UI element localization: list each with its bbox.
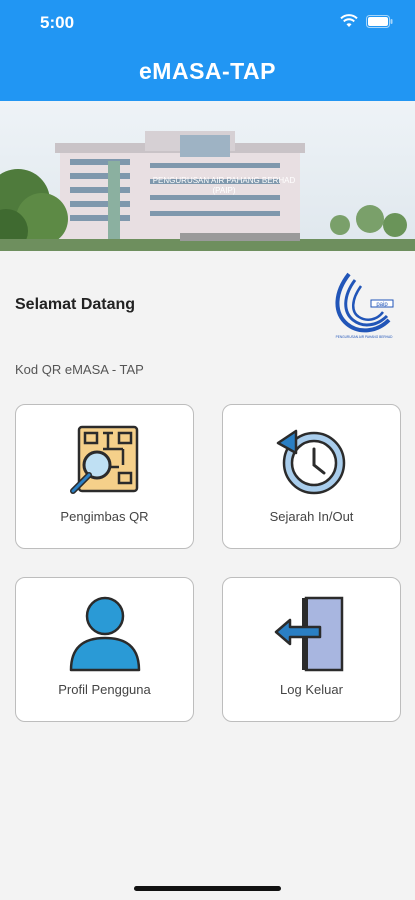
app-title: eMASA-TAP	[139, 58, 276, 84]
history-button[interactable]: Sejarah In/Out	[222, 404, 401, 549]
svg-text:paip: paip	[376, 302, 388, 308]
logo-caption: PENGURUSAN AIR PAHANG BERHAD	[336, 335, 393, 339]
building-sign: PENGURUSAN AIR PAHANG BERHAD	[153, 176, 296, 185]
logout-label: Log Keluar	[280, 682, 343, 697]
status-icons	[340, 14, 393, 28]
welcome-text: Selamat Datang	[15, 296, 136, 313]
logout-button[interactable]: Log Keluar	[222, 577, 401, 722]
user-profile-label: Profil Pengguna	[58, 682, 151, 697]
qr-section-label: Kod QR eMASA - TAP	[15, 362, 144, 377]
app-header: 5:00 eMASA-TAP	[0, 0, 415, 101]
user-profile-icon	[69, 596, 140, 672]
battery-icon	[366, 14, 393, 28]
banner-image: PENGURUSAN AIR PAHANG BERHAD (PAIP)	[0, 101, 415, 251]
history-label: Sejarah In/Out	[269, 509, 354, 524]
logout-icon	[274, 596, 343, 672]
qr-scanner-label: Pengimbas QR	[60, 509, 149, 524]
user-profile-button[interactable]: Profil Pengguna	[15, 577, 194, 722]
home-indicator[interactable]	[134, 886, 281, 891]
history-icon	[276, 429, 345, 495]
qr-scanner-icon	[69, 425, 138, 494]
building-sign-abbr: (PAIP)	[213, 186, 236, 195]
status-time: 5:00	[40, 13, 75, 32]
paip-logo: paip PENGURUSAN AIR PAHANG BERHAD	[333, 270, 395, 342]
wifi-icon	[340, 14, 358, 27]
qr-scanner-button[interactable]: Pengimbas QR	[15, 404, 194, 549]
